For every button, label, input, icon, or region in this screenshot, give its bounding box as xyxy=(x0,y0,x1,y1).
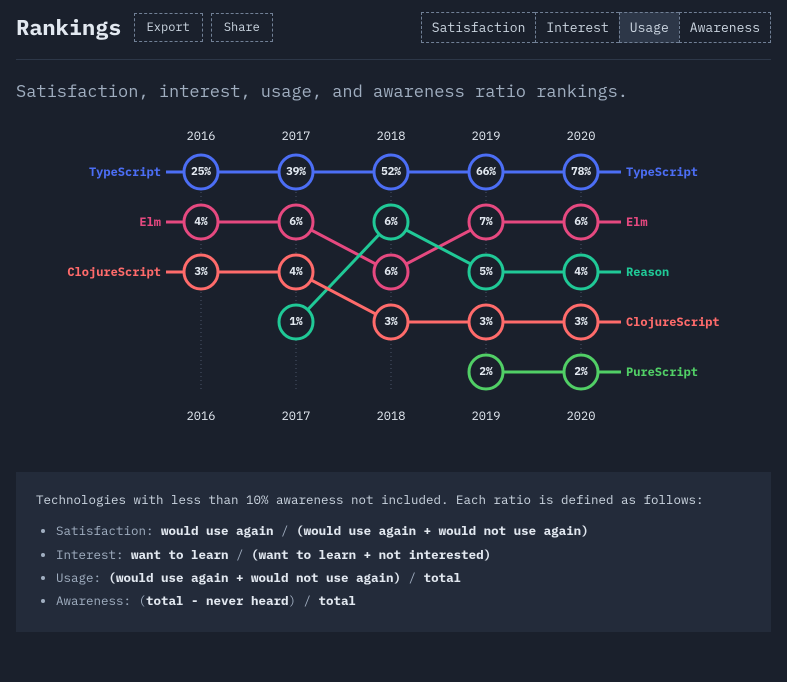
svg-text:3%: 3% xyxy=(479,315,493,329)
series-label-right[interactable]: Elm xyxy=(626,215,648,230)
svg-text:6%: 6% xyxy=(289,215,303,229)
subtitle: Satisfaction, interest, usage, and aware… xyxy=(0,60,787,112)
tab-usage[interactable]: Usage xyxy=(619,12,679,43)
series-label-left[interactable]: TypeScript xyxy=(89,165,161,180)
svg-text:2017: 2017 xyxy=(282,129,311,144)
svg-text:6%: 6% xyxy=(384,265,398,279)
svg-text:2%: 2% xyxy=(574,365,588,379)
svg-text:3%: 3% xyxy=(574,315,588,329)
footer-intro: Technologies with less than 10% awarenes… xyxy=(36,490,751,511)
svg-text:2019: 2019 xyxy=(472,409,501,424)
footer-item-interest: Interest: want to learn / (want to learn… xyxy=(56,545,751,566)
footer-note: Technologies with less than 10% awarenes… xyxy=(16,472,771,632)
page-title: Rankings xyxy=(16,13,122,42)
tab-awareness[interactable]: Awareness xyxy=(679,12,771,43)
svg-text:66%: 66% xyxy=(476,165,496,179)
header: Rankings Export Share Satisfaction Inter… xyxy=(0,0,787,51)
svg-text:25%: 25% xyxy=(191,165,211,179)
svg-text:4%: 4% xyxy=(574,265,588,279)
series-label-left[interactable]: ClojureScript xyxy=(67,265,161,280)
rankings-chart: 2016 2016 2017 2017 2018 2018 2019 2019 2020 2020… xyxy=(0,112,787,442)
svg-text:2017: 2017 xyxy=(282,409,311,424)
series-label-right[interactable]: Reason xyxy=(626,265,669,280)
svg-text:2016: 2016 xyxy=(187,409,216,424)
svg-text:2019: 2019 xyxy=(472,129,501,144)
svg-text:2%: 2% xyxy=(479,365,493,379)
svg-text:3%: 3% xyxy=(384,315,398,329)
svg-text:2020: 2020 xyxy=(567,409,596,424)
share-button[interactable]: Share xyxy=(211,13,273,42)
svg-text:2020: 2020 xyxy=(567,129,596,144)
svg-text:1%: 1% xyxy=(289,315,303,329)
svg-text:5%: 5% xyxy=(479,265,493,279)
footer-item-usage: Usage: (would use again + would not use … xyxy=(56,568,751,589)
svg-text:4%: 4% xyxy=(194,215,208,229)
series-label-right[interactable]: ClojureScript xyxy=(626,315,720,330)
series-label-right[interactable]: TypeScript xyxy=(626,165,698,180)
svg-text:4%: 4% xyxy=(289,265,303,279)
footer-item-satisfaction: Satisfaction: would use again / (would u… xyxy=(56,521,751,542)
metric-tabs: Satisfaction Interest Usage Awareness xyxy=(421,12,771,43)
series-label-left[interactable]: Elm xyxy=(139,215,161,230)
svg-text:7%: 7% xyxy=(479,215,493,229)
series-label-right[interactable]: PureScript xyxy=(626,365,698,380)
svg-text:6%: 6% xyxy=(574,215,588,229)
svg-text:3%: 3% xyxy=(194,265,208,279)
svg-text:2016: 2016 xyxy=(187,129,216,144)
tab-interest[interactable]: Interest xyxy=(535,12,618,43)
svg-text:78%: 78% xyxy=(571,165,591,179)
svg-text:2018: 2018 xyxy=(377,409,406,424)
svg-text:52%: 52% xyxy=(381,165,401,179)
tab-satisfaction[interactable]: Satisfaction xyxy=(421,12,536,43)
svg-text:39%: 39% xyxy=(286,165,306,179)
svg-text:6%: 6% xyxy=(384,215,398,229)
footer-item-awareness: Awareness: (total - never heard) / total xyxy=(56,591,751,612)
svg-text:2018: 2018 xyxy=(377,129,406,144)
export-button[interactable]: Export xyxy=(134,13,203,42)
